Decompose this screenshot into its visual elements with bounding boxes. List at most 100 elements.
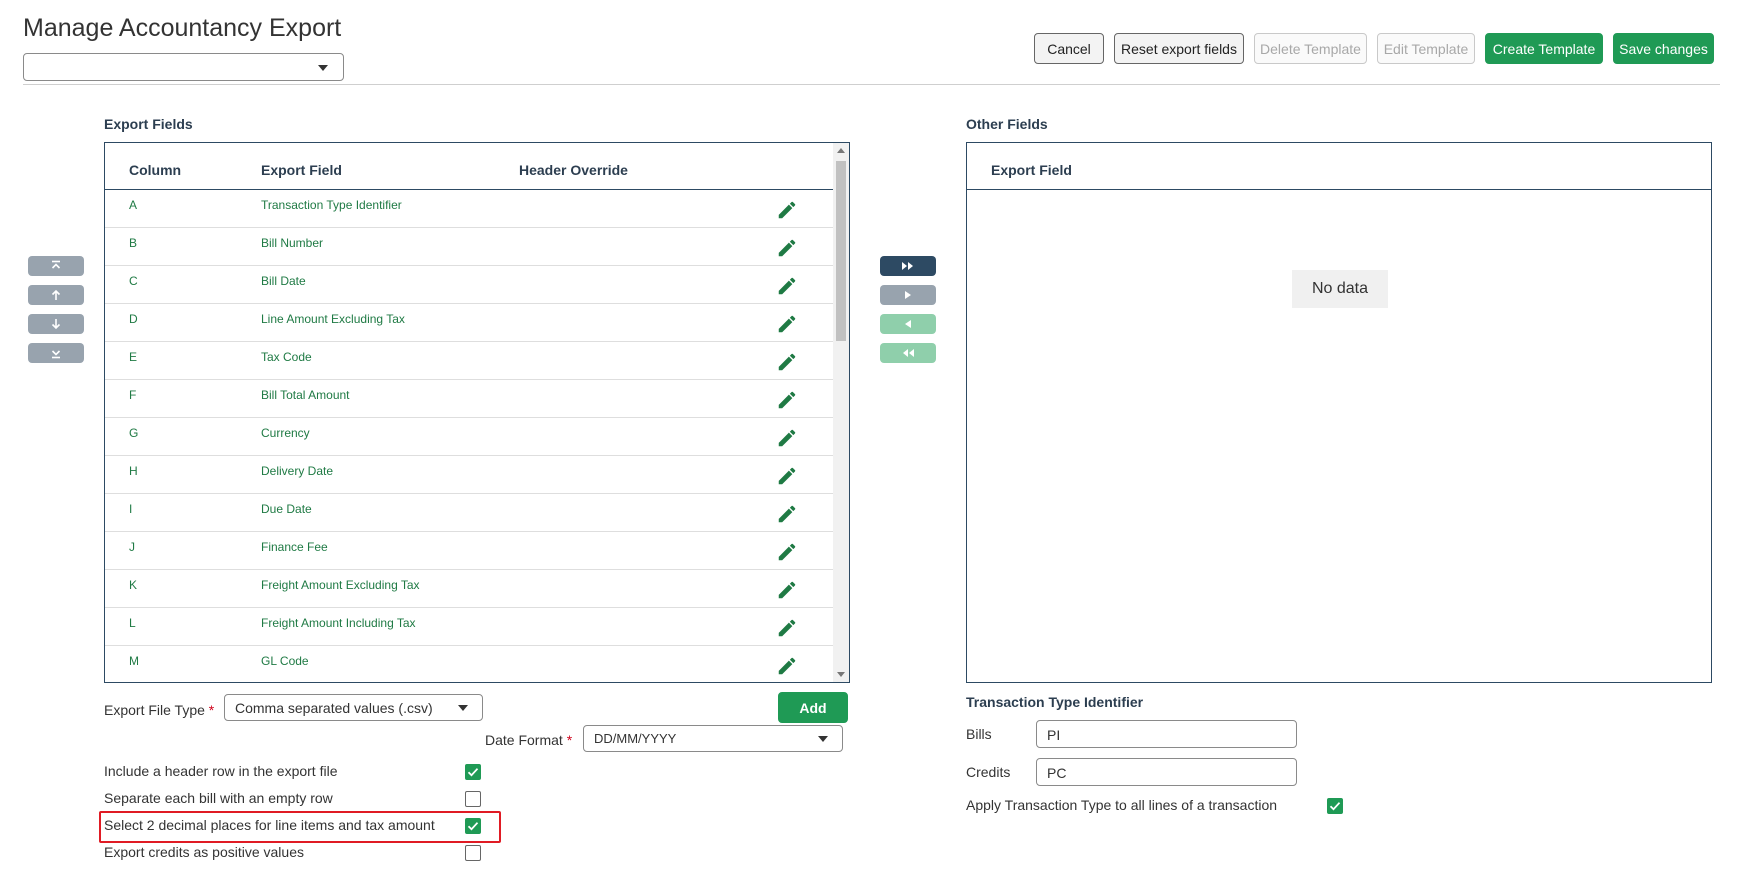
pencil-icon[interactable]: [776, 237, 798, 259]
bills-input[interactable]: PI: [1036, 720, 1297, 748]
pencil-icon[interactable]: [776, 313, 798, 335]
row-export-field: Finance Fee: [261, 540, 328, 554]
empty-state: No data: [1292, 270, 1388, 308]
row-export-field: Delivery Date: [261, 464, 334, 478]
date-format-label: Date Format *: [485, 732, 572, 748]
row-export-field: Transaction Type Identifier: [261, 198, 402, 212]
move-down-icon: [51, 319, 61, 330]
scroll-up-icon[interactable]: [837, 148, 845, 153]
export-file-type-label: Export File Type *: [104, 702, 214, 718]
apply-transaction-type-checkbox[interactable]: [1327, 798, 1343, 814]
move-right-button[interactable]: [880, 285, 936, 305]
scrollbar-thumb[interactable]: [836, 161, 846, 341]
create-template-button[interactable]: Create Template: [1485, 33, 1603, 64]
pencil-icon[interactable]: [776, 427, 798, 449]
move-down-button[interactable]: [28, 314, 84, 334]
row-column-letter: K: [129, 578, 138, 592]
move-top-button[interactable]: [28, 256, 84, 276]
move-bottom-button[interactable]: [28, 343, 84, 363]
move-left-button[interactable]: [880, 314, 936, 334]
move-up-button[interactable]: [28, 285, 84, 305]
include-header-row-checkbox[interactable]: [465, 764, 481, 780]
export-file-type-select[interactable]: Comma separated values (.csv): [224, 694, 483, 721]
pencil-icon[interactable]: [776, 541, 798, 563]
table-row[interactable]: D Line Amount Excluding Tax: [105, 304, 833, 342]
export-file-type-label-text: Export File Type: [104, 702, 205, 718]
export-fields-scrollbar[interactable]: [833, 143, 849, 682]
move-all-left-button[interactable]: [880, 343, 936, 363]
row-export-field: Line Amount Excluding Tax: [261, 312, 405, 326]
move-bottom-icon: [51, 350, 61, 359]
move-all-left-icon: [903, 349, 914, 357]
export-fields-table: Column Export Field Header Override A Tr…: [104, 142, 850, 683]
table-row[interactable]: C Bill Date: [105, 266, 833, 304]
table-row[interactable]: J Finance Fee: [105, 532, 833, 570]
pencil-icon[interactable]: [776, 199, 798, 221]
chevron-down-icon: [318, 65, 328, 71]
save-changes-button[interactable]: Save changes: [1613, 33, 1714, 64]
table-row[interactable]: E Tax Code: [105, 342, 833, 380]
table-row[interactable]: F Bill Total Amount: [105, 380, 833, 418]
export-file-type-value: Comma separated values (.csv): [235, 700, 433, 716]
credits-label: Credits: [966, 764, 1011, 780]
credits-input[interactable]: PC: [1036, 758, 1297, 786]
column-header-header-override: Header Override: [519, 162, 628, 178]
date-format-select[interactable]: DD/MM/YYYY: [583, 725, 843, 752]
required-marker: *: [208, 702, 215, 718]
pencil-icon[interactable]: [776, 617, 798, 639]
column-header-column: Column: [129, 162, 182, 178]
date-format-label-text: Date Format: [485, 732, 563, 748]
pencil-icon[interactable]: [776, 389, 798, 411]
pencil-icon[interactable]: [776, 465, 798, 487]
delete-template-button[interactable]: Delete Template: [1254, 33, 1367, 64]
row-column-letter: I: [129, 502, 133, 516]
pencil-icon[interactable]: [776, 503, 798, 525]
credits-positive-checkbox[interactable]: [465, 845, 481, 861]
checkmark-icon: [1329, 802, 1341, 811]
add-button[interactable]: Add: [778, 692, 848, 723]
cancel-button[interactable]: Cancel: [1034, 33, 1104, 64]
table-row[interactable]: G Currency: [105, 418, 833, 456]
row-column-letter: H: [129, 464, 138, 478]
template-select[interactable]: [23, 53, 344, 81]
export-fields-heading: Export Fields: [104, 116, 193, 132]
row-export-field: Freight Amount Excluding Tax: [261, 578, 420, 592]
row-export-field: GL Code: [261, 654, 309, 668]
row-column-letter: C: [129, 274, 138, 288]
row-column-letter: M: [129, 654, 139, 668]
row-export-field: Bill Date: [261, 274, 306, 288]
pencil-icon[interactable]: [776, 275, 798, 297]
move-up-icon: [51, 289, 61, 300]
header-divider: [23, 84, 1720, 85]
export-fields-header: Column Export Field Header Override: [105, 143, 833, 190]
export-fields-rows: A Transaction Type Identifier B Bill Num…: [105, 190, 833, 682]
pencil-icon[interactable]: [776, 655, 798, 677]
chevron-down-icon: [458, 705, 468, 711]
move-all-right-button[interactable]: [880, 256, 936, 276]
page-title: Manage Accountancy Export: [23, 14, 342, 42]
include-header-row-label: Include a header row in the export file: [104, 763, 338, 779]
table-row[interactable]: H Delivery Date: [105, 456, 833, 494]
transaction-type-heading: Transaction Type Identifier: [966, 694, 1144, 710]
table-row[interactable]: B Bill Number: [105, 228, 833, 266]
bills-label: Bills: [966, 726, 992, 742]
reset-export-fields-button[interactable]: Reset export fields: [1114, 33, 1244, 64]
row-column-letter: B: [129, 236, 138, 250]
move-right-icon: [905, 291, 911, 299]
credits-positive-label: Export credits as positive values: [104, 844, 304, 860]
scroll-down-icon[interactable]: [837, 672, 845, 677]
highlight-box: [99, 811, 501, 843]
table-row[interactable]: I Due Date: [105, 494, 833, 532]
pencil-icon[interactable]: [776, 579, 798, 601]
table-row[interactable]: K Freight Amount Excluding Tax: [105, 570, 833, 608]
move-top-icon: [51, 260, 61, 269]
separate-bill-empty-row-checkbox[interactable]: [465, 791, 481, 807]
checkmark-icon: [467, 768, 479, 777]
table-row[interactable]: A Transaction Type Identifier: [105, 190, 833, 228]
edit-template-button[interactable]: Edit Template: [1377, 33, 1475, 64]
table-row[interactable]: L Freight Amount Including Tax: [105, 608, 833, 646]
table-row[interactable]: M GL Code: [105, 646, 833, 682]
chevron-down-icon: [818, 736, 828, 742]
row-export-field: Bill Number: [261, 236, 324, 250]
pencil-icon[interactable]: [776, 351, 798, 373]
